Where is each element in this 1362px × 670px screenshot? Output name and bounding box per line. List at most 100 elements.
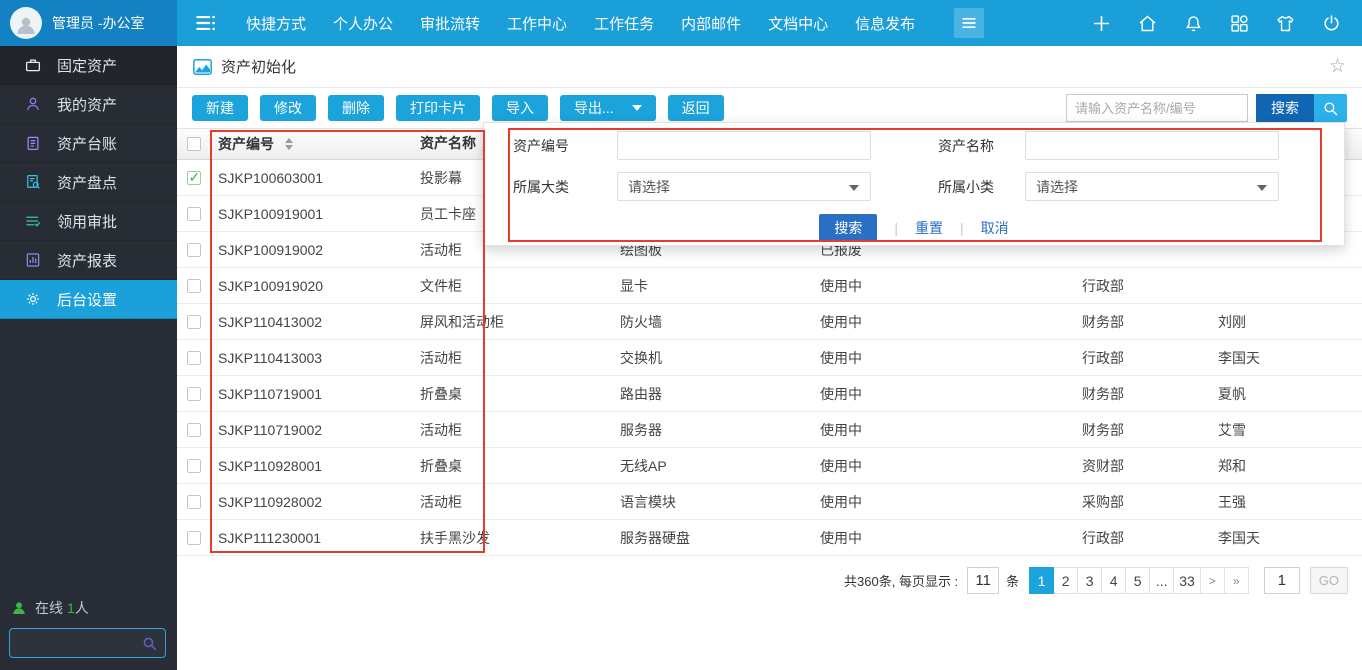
table-row[interactable]: SJKP110719002活动柜服务器使用中财务部艾雪 [177, 412, 1362, 448]
row-checkbox[interactable] [187, 243, 201, 257]
sidebar-item[interactable]: 资产盘点 [0, 163, 177, 202]
theme-icon[interactable] [1275, 13, 1296, 34]
toolbar-button[interactable]: 新建 [192, 95, 248, 121]
asset-user-cell: 郑和 [1218, 456, 1362, 476]
page-button[interactable]: 5 [1125, 567, 1150, 594]
sidebar-item[interactable]: 资产报表 [0, 241, 177, 280]
toolbar-button[interactable]: 修改 [260, 95, 316, 121]
sidebar-item[interactable]: 我的资产 [0, 85, 177, 124]
search-icon[interactable] [1314, 94, 1347, 122]
nav-item[interactable]: 审批流转 [420, 13, 480, 34]
apps-icon[interactable] [1229, 13, 1250, 34]
row-checkbox[interactable] [187, 351, 201, 365]
select-all-checkbox[interactable] [187, 137, 201, 151]
row-checkbox[interactable] [187, 459, 201, 473]
panel-search-button[interactable]: 搜索 [819, 214, 877, 242]
sort-icon[interactable] [285, 138, 293, 150]
goto-page-input[interactable]: 1 [1264, 567, 1300, 594]
sidebar-item-label: 我的资产 [57, 94, 117, 115]
row-checkbox-cell [177, 351, 210, 365]
asset-status-cell: 使用中 [820, 492, 1082, 512]
table-row[interactable]: SJKP100919020文件柜显卡使用中行政部 [177, 268, 1362, 304]
nav-item[interactable]: 内部邮件 [681, 13, 741, 34]
pagination: 共360条, 每页显示 : 11 条 12345...33>» 1 GO [177, 567, 1362, 594]
nav-item[interactable]: 文档中心 [768, 13, 828, 34]
collapse-menu-icon[interactable] [193, 10, 219, 36]
nav-item[interactable]: 工作中心 [507, 13, 567, 34]
online-label: 在线 [35, 598, 63, 618]
main-nav: 快捷方式 个人办公 审批流转 工作中心 工作任务 内部邮件 文档中心 信息发布 [177, 0, 984, 46]
notifications-icon[interactable] [1183, 13, 1204, 34]
row-checkbox[interactable] [187, 423, 201, 437]
page-button[interactable]: 1 [1029, 567, 1054, 594]
page-button[interactable]: 33 [1173, 567, 1201, 594]
sidebar-item[interactable]: 固定资产 [0, 46, 177, 85]
toolbar-button[interactable]: 删除 [328, 95, 384, 121]
sidebar-item[interactable]: 后台设置 [0, 280, 177, 319]
quick-search-button[interactable]: 搜索 [1256, 94, 1314, 122]
page-size-unit: 条 [1006, 571, 1019, 590]
page-button[interactable]: 2 [1053, 567, 1078, 594]
sidebar-item-label: 资产台账 [57, 133, 117, 154]
row-checkbox-cell [177, 531, 210, 545]
row-checkbox[interactable] [187, 495, 201, 509]
asset-user-cell: 刘刚 [1218, 312, 1362, 332]
category-select[interactable]: 请选择 [617, 172, 871, 201]
panel-reset-button[interactable]: 重置 [915, 218, 943, 238]
go-button[interactable]: GO [1310, 567, 1348, 594]
asset-code-field[interactable] [617, 131, 871, 160]
report-icon [24, 251, 42, 269]
chevron-down-icon [1257, 185, 1267, 191]
row-checkbox[interactable] [187, 171, 201, 185]
sidebar-item-label: 领用审批 [57, 211, 117, 232]
subcategory-select[interactable]: 请选择 [1025, 172, 1279, 201]
table-row[interactable]: SJKP110719001折叠桌路由器使用中财务部夏帆 [177, 376, 1362, 412]
row-checkbox[interactable] [187, 387, 201, 401]
table-row[interactable]: SJKP110413003活动柜交换机使用中行政部李国天 [177, 340, 1362, 376]
more-menu-button[interactable] [954, 8, 984, 38]
nav-item[interactable]: 快捷方式 [246, 13, 306, 34]
row-checkbox[interactable] [187, 315, 201, 329]
nav-item[interactable]: 个人办公 [333, 13, 393, 34]
quick-search-input[interactable] [1066, 94, 1248, 122]
sidebar-item-label: 后台设置 [57, 289, 117, 310]
asset-name-field[interactable] [1025, 131, 1279, 160]
table-row[interactable]: SJKP110928001折叠桌无线AP使用中资财部郑和 [177, 448, 1362, 484]
last-page-button[interactable]: » [1224, 567, 1249, 594]
row-checkbox[interactable] [187, 531, 201, 545]
row-checkbox[interactable] [187, 207, 201, 221]
nav-item[interactable]: 工作任务 [594, 13, 654, 34]
page-button[interactable]: 4 [1101, 567, 1126, 594]
asset-code-cell: SJKP100919002 [210, 242, 420, 258]
home-icon[interactable] [1137, 13, 1158, 34]
asset-name-cell: 折叠桌 [420, 384, 620, 404]
sidebar-item[interactable]: 领用审批 [0, 202, 177, 241]
avatar [10, 7, 42, 39]
asset-code-cell: SJKP111230001 [210, 530, 420, 546]
table-row[interactable]: SJKP110413002屏风和活动柜防火墙使用中财务部刘刚 [177, 304, 1362, 340]
export-button[interactable]: 导出... [560, 95, 656, 121]
toolbar-button[interactable]: 打印卡片 [396, 95, 480, 121]
row-checkbox-cell [177, 387, 210, 401]
row-checkbox[interactable] [187, 279, 201, 293]
user-menu[interactable]: 管理员 -办公室 [0, 0, 177, 46]
nav-item[interactable]: 信息发布 [855, 13, 915, 34]
table-row[interactable]: SJKP110928002活动柜语言模块使用中采购部王强 [177, 484, 1362, 520]
sidebar-search-icon[interactable] [141, 635, 158, 652]
row-checkbox-cell [177, 459, 210, 473]
asset-code-cell: SJKP110719002 [210, 422, 420, 438]
power-icon[interactable] [1321, 13, 1342, 34]
favorite-star-icon[interactable]: ☆ [1329, 57, 1346, 76]
back-button[interactable]: 返回 [668, 95, 724, 121]
next-page-button[interactable]: > [1200, 567, 1225, 594]
page-button[interactable]: 3 [1077, 567, 1102, 594]
sidebar-footer: 在线 1人 [9, 598, 166, 658]
table-row[interactable]: SJKP111230001扶手黑沙发服务器硬盘使用中行政部李国天 [177, 520, 1362, 556]
page-size-input[interactable]: 11 [967, 567, 999, 594]
panel-cancel-button[interactable]: 取消 [981, 218, 1009, 238]
toolbar-button[interactable]: 导入 [492, 95, 548, 121]
asset-dept-cell: 财务部 [1082, 420, 1218, 440]
ledger-icon [24, 134, 42, 152]
add-icon[interactable] [1091, 13, 1112, 34]
sidebar-item[interactable]: 资产台账 [0, 124, 177, 163]
